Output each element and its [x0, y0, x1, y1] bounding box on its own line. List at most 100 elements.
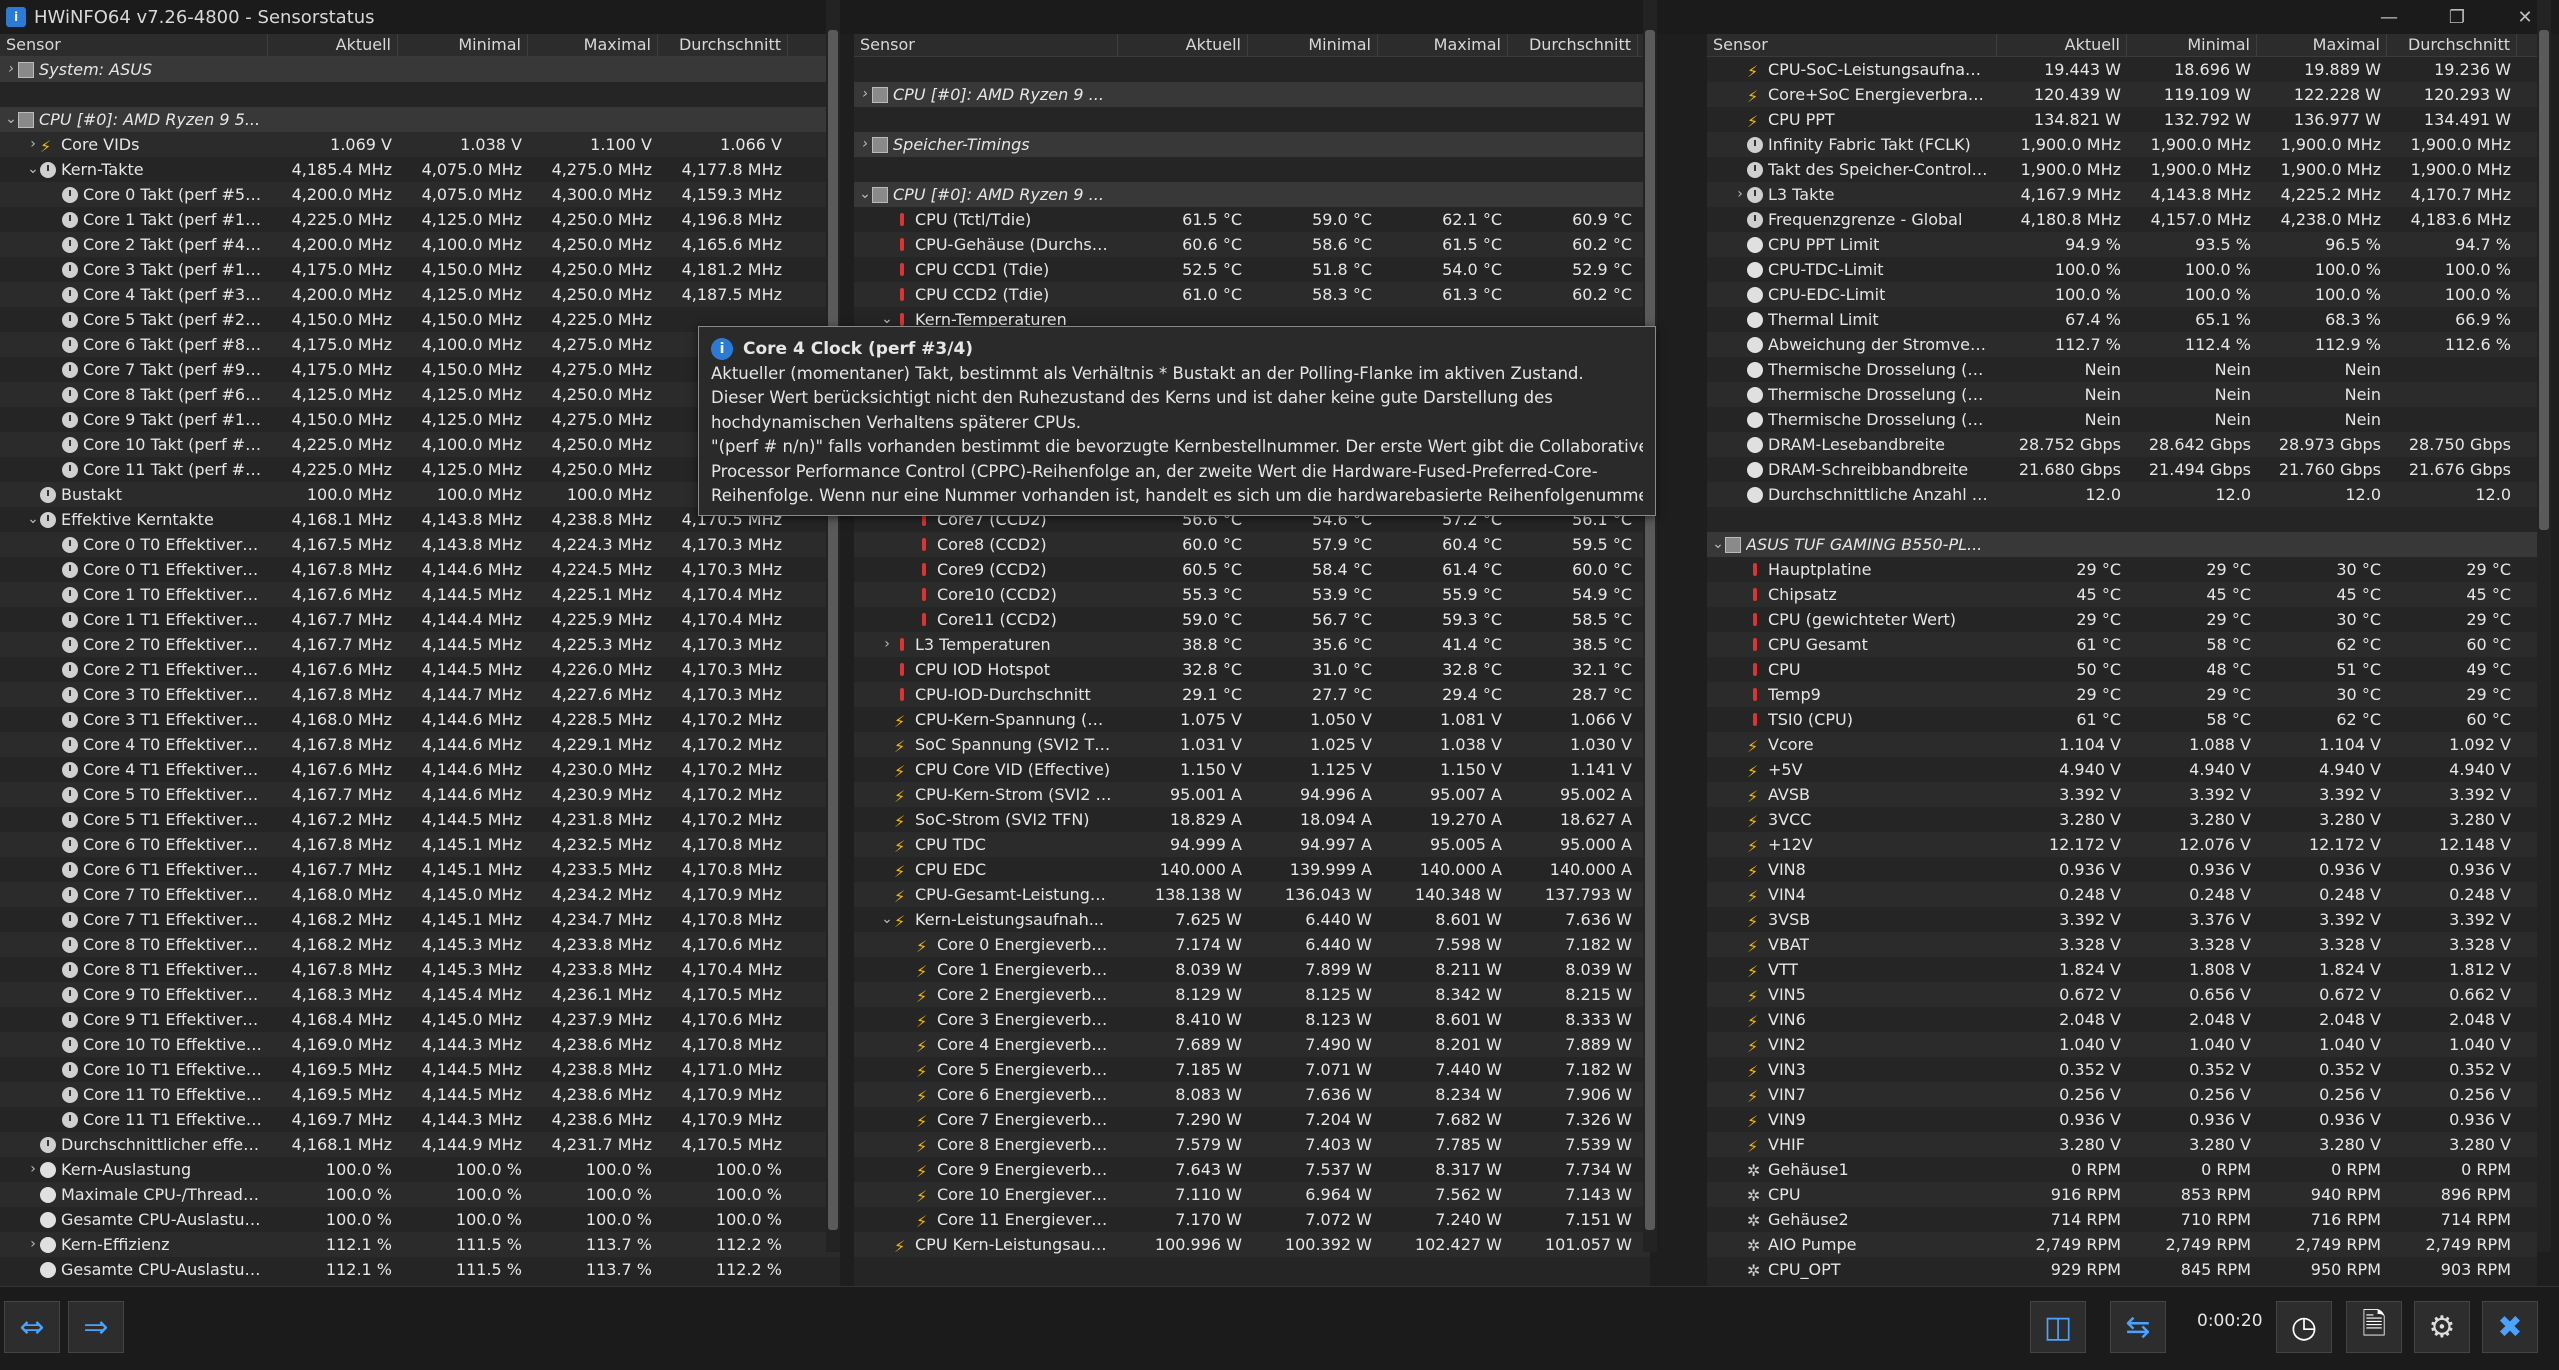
sensor-row[interactable]: Core 1 T0 Effektiver Takt 4,167.6 MHz 4,14… — [0, 582, 840, 607]
sensor-row[interactable]: CPU Kern-Leistungsaufna... 100.996 W 100.3… — [854, 1232, 1650, 1257]
sensor-row[interactable]: Core 11 T1 Effektiver T... 4,169.7 MHz 4,1… — [0, 1107, 840, 1132]
gear-icon[interactable]: ⚙ — [2414, 1301, 2470, 1353]
sensor-row[interactable]: Core 6 Energieverbrauch 8.083 W 7.636 W 8.2… — [854, 1082, 1650, 1107]
sensor-row[interactable]: CPU (gewichteter Wert) 29 °C 29 °C 30 °C 29 … — [1707, 607, 2537, 632]
sensor-row[interactable]: Chipsatz 45 °C 45 °C 45 °C 45 °C — [1707, 582, 2537, 607]
sensor-group[interactable]: › System: ASUS — [0, 57, 840, 82]
sensor-row[interactable]: CPU CCD2 (Tdie) 61.0 °C 58.3 °C 61.3 °C 60.2… — [854, 282, 1650, 307]
sensor-row[interactable]: CPU PPT 134.821 W 132.792 W 136.977 W 134.49… — [1707, 107, 2537, 133]
sensor-row[interactable]: Core 5 T0 Effektiver Takt 4,167.7 MHz 4,14… — [0, 782, 840, 807]
sensor-row[interactable]: CPU-Gesamt-Leistungsauf... 138.138 W 136.0… — [854, 882, 1650, 907]
sensor-row[interactable]: Core 0 Energieverbrauch 7.174 W 6.440 W 7.5… — [854, 932, 1650, 957]
sensor-row[interactable]: CPU-EDC-Limit 100.0 % 100.0 % 100.0 % 100.0 … — [1707, 282, 2537, 307]
sensor-row[interactable]: Core 6 T1 Effektiver Takt 4,167.7 MHz 4,14… — [0, 857, 840, 882]
sensor-row[interactable]: Core 10 Energieverbra... 7.110 W 6.964 W 7.… — [854, 1182, 1650, 1207]
sensor-row[interactable]: Core 5 Energieverbrauch 7.185 W 7.071 W 7.4… — [854, 1057, 1650, 1083]
sensor-row[interactable]: Core 5 T1 Effektiver Takt 4,167.2 MHz 4,14… — [0, 807, 840, 832]
sensor-row[interactable]: VTT 1.824 V 1.808 V 1.824 V 1.812 V — [1707, 957, 2537, 983]
column-header-avg[interactable]: Durchschnitt — [2387, 34, 2517, 56]
sensor-row[interactable]: Core 3 T0 Effektiver Takt 4,167.8 MHz 4,14… — [0, 682, 840, 707]
sensor-row[interactable]: Core 8 T0 Effektiver Takt 4,168.2 MHz 4,14… — [0, 932, 840, 957]
network-icon[interactable]: ◫ — [2030, 1301, 2086, 1353]
column-header-current[interactable]: Aktuell — [1118, 34, 1248, 56]
panel-2-scrollbar[interactable] — [1643, 0, 1657, 1252]
chevron-right-icon[interactable]: › — [880, 632, 894, 657]
column-header-sensor[interactable]: Sensor — [854, 34, 1118, 56]
sensor-row[interactable]: CPU IOD Hotspot 32.8 °C 31.0 °C 32.8 °C 32.1… — [854, 657, 1650, 682]
sensor-row[interactable]: Core 4 Takt (perf #3/4) 4,200.0 MHz 4,125.… — [0, 282, 840, 307]
remote-icon[interactable]: ⇆ — [2110, 1301, 2166, 1353]
column-header-max[interactable]: Maximal — [528, 34, 658, 56]
sensor-row[interactable]: CPU-TDC-Limit 100.0 % 100.0 % 100.0 % 100.0 … — [1707, 257, 2537, 282]
sensor-row[interactable]: CPU 50 °C 48 °C 51 °C 49 °C — [1707, 657, 2537, 682]
sensor-row[interactable]: ⌄ Kern-Leistungsaufnah... 7.625 W 6.440 W 8.… — [854, 907, 1650, 933]
sensor-row[interactable]: › Kern-Effizienz 112.1 % 111.5 % 113.7 % 112.… — [0, 1232, 840, 1257]
sensor-row[interactable]: CPU_OPT 929 RPM 845 RPM 950 RPM 903 RPM — [1707, 1257, 2537, 1283]
sensor-row[interactable]: Thermische Drosselung (PRO... Nein Nein Nei… — [1707, 382, 2537, 407]
sensor-row[interactable]: Core 8 T1 Effektiver Takt 4,167.8 MHz 4,14… — [0, 957, 840, 982]
sensor-row[interactable]: CPU-SoC-Leistungsaufnahme ... 19.443 W 18.… — [1707, 57, 2537, 83]
sensor-row[interactable]: Thermal Limit 67.4 % 65.1 % 68.3 % 66.9 % — [1707, 307, 2537, 332]
column-header-avg[interactable]: Durchschnitt — [658, 34, 788, 56]
sensor-row[interactable]: CPU-Kern-Spannung (SVI... 1.075 V 1.050 V 1… — [854, 707, 1650, 733]
sensor-row[interactable]: VIN3 0.352 V 0.352 V 0.352 V 0.352 V — [1707, 1057, 2537, 1083]
column-header-current[interactable]: Aktuell — [1997, 34, 2127, 56]
sensor-row[interactable]: CPU PPT Limit 94.9 % 93.5 % 96.5 % 94.7 % — [1707, 232, 2537, 257]
sensor-row[interactable]: Core 9 T0 Effektiver Takt 4,168.3 MHz 4,14… — [0, 982, 840, 1007]
chevron-down-icon[interactable]: ⌄ — [26, 157, 40, 182]
sensor-row[interactable]: Durchschnittlicher effektive... 4,168.1 M… — [0, 1132, 840, 1157]
sensor-row[interactable]: Core 4 Energieverbrauch 7.689 W 7.490 W 8.2… — [854, 1032, 1650, 1057]
sensor-row[interactable]: VIN7 0.256 V 0.256 V 0.256 V 0.256 V — [1707, 1082, 2537, 1107]
sensor-row[interactable]: Core 1 T1 Effektiver Takt 4,167.7 MHz 4,14… — [0, 607, 840, 632]
sensor-row[interactable]: Core+SoC Energieverbrauch (... 120.439 W 1… — [1707, 82, 2537, 107]
sensor-row[interactable]: Core8 (CCD2) 60.0 °C 57.9 °C 60.4 °C 59.5 °C — [854, 532, 1650, 557]
sensor-row[interactable]: CPU Gesamt 61 °C 58 °C 62 °C 60 °C — [1707, 632, 2537, 657]
sensor-row[interactable]: +12V 12.172 V 12.076 V 12.172 V 12.148 V — [1707, 832, 2537, 857]
sensor-row[interactable]: SoC Spannung (SVI2 TFN) 1.031 V 1.025 V 1.0… — [854, 732, 1650, 757]
sensor-row[interactable]: VHIF 3.280 V 3.280 V 3.280 V 3.280 V — [1707, 1132, 2537, 1157]
sensor-row[interactable]: Infinity Fabric Takt (FCLK) 1,900.0 MHz 1,… — [1707, 132, 2537, 157]
close-icon[interactable]: ✖ — [2482, 1301, 2538, 1353]
sensor-row[interactable]: 3VSB 3.392 V 3.376 V 3.392 V 3.392 V — [1707, 907, 2537, 933]
sensor-row[interactable]: Vcore 1.104 V 1.088 V 1.104 V 1.092 V — [1707, 732, 2537, 757]
sensor-row[interactable]: Core 1 Energieverbrauch 8.039 W 7.899 W 8.2… — [854, 957, 1650, 983]
chevron-right-icon[interactable]: › — [4, 57, 18, 82]
panel-3-scrollbar[interactable] — [2537, 0, 2551, 1252]
sensor-row[interactable]: CPU-Kern-Strom (SVI2 TF... 95.001 A 94.996… — [854, 782, 1650, 807]
column-header-max[interactable]: Maximal — [2257, 34, 2387, 56]
chevron-down-icon[interactable]: ⌄ — [1711, 532, 1725, 557]
sensor-row[interactable]: Core 7 T1 Effektiver Takt 4,168.2 MHz 4,14… — [0, 907, 840, 932]
sensor-row[interactable]: Gehäuse2 714 RPM 710 RPM 716 RPM 714 RPM — [1707, 1207, 2537, 1233]
sensor-row[interactable]: Core 1 Takt (perf #1/2) 4,225.0 MHz 4,125.… — [0, 207, 840, 232]
sensor-row[interactable]: CPU TDC 94.999 A 94.997 A 95.005 A 95.000 A — [854, 832, 1650, 857]
chevron-right-icon[interactable]: › — [26, 1157, 40, 1182]
sensor-row[interactable]: Core 2 Takt (perf #4/5) 4,200.0 MHz 4,100.… — [0, 232, 840, 257]
chevron-right-icon[interactable]: › — [858, 132, 872, 157]
sensor-row[interactable]: Thermische Drosselung (HTC) Nein Nein Nein — [1707, 357, 2537, 382]
chevron-right-icon[interactable]: › — [1733, 182, 1747, 207]
sensor-row[interactable]: Core 3 Takt (perf #1/1) 4,175.0 MHz 4,150.… — [0, 257, 840, 282]
panel-1-scrollbar[interactable] — [826, 0, 840, 1252]
sensor-row[interactable]: TSI0 (CPU) 61 °C 58 °C 62 °C 60 °C — [1707, 707, 2537, 732]
sensor-group[interactable]: ⌄ CPU [#0]: AMD Ryzen 9 ... — [854, 182, 1650, 207]
sensor-row[interactable]: +5V 4.940 V 4.940 V 4.940 V 4.940 V — [1707, 757, 2537, 783]
sensor-row[interactable]: Thermische Drosselung (PRO... Nein Nein Nei… — [1707, 407, 2537, 432]
sensor-row[interactable]: Gehäuse1 0 RPM 0 RPM 0 RPM 0 RPM — [1707, 1157, 2537, 1183]
sensor-row[interactable]: Core 2 T0 Effektiver Takt 4,167.7 MHz 4,14… — [0, 632, 840, 657]
chevron-right-icon[interactable]: › — [26, 1232, 40, 1257]
sensor-row[interactable]: Core11 (CCD2) 59.0 °C 56.7 °C 59.3 °C 58.5 °… — [854, 607, 1650, 632]
sensor-row[interactable]: Core 2 Energieverbrauch 8.129 W 8.125 W 8.3… — [854, 982, 1650, 1007]
sensor-row[interactable]: Takt des Speicher-Controllers ... 1,900.0… — [1707, 157, 2537, 182]
sensor-row[interactable]: Core 10 T0 Effektiver T... 4,169.0 MHz 4,1… — [0, 1032, 840, 1057]
chevron-right-icon[interactable]: › — [26, 132, 40, 157]
sensor-row[interactable]: VIN8 0.936 V 0.936 V 0.936 V 0.936 V — [1707, 857, 2537, 883]
sensor-row[interactable]: CPU EDC 140.000 A 139.999 A 140.000 A 140.00… — [854, 857, 1650, 883]
sensor-group[interactable]: › CPU [#0]: AMD Ryzen 9 ... — [854, 82, 1650, 107]
sensor-row[interactable]: Maximale CPU-/Thread-Au... 100.0 % 100.0 %… — [0, 1182, 840, 1207]
sensor-row[interactable]: Core 4 T1 Effektiver Takt 4,167.6 MHz 4,14… — [0, 757, 840, 782]
sensor-row[interactable]: › L3 Temperaturen 38.8 °C 35.6 °C 41.4 °C 38.… — [854, 632, 1650, 657]
sensor-row[interactable]: CPU 916 RPM 853 RPM 940 RPM 896 RPM — [1707, 1182, 2537, 1207]
sensor-row[interactable]: Core 2 T1 Effektiver Takt 4,167.6 MHz 4,14… — [0, 657, 840, 682]
sensor-row[interactable]: › Kern-Auslastung 100.0 % 100.0 % 100.0 % 100… — [0, 1157, 840, 1182]
column-header-min[interactable]: Minimal — [1248, 34, 1378, 56]
